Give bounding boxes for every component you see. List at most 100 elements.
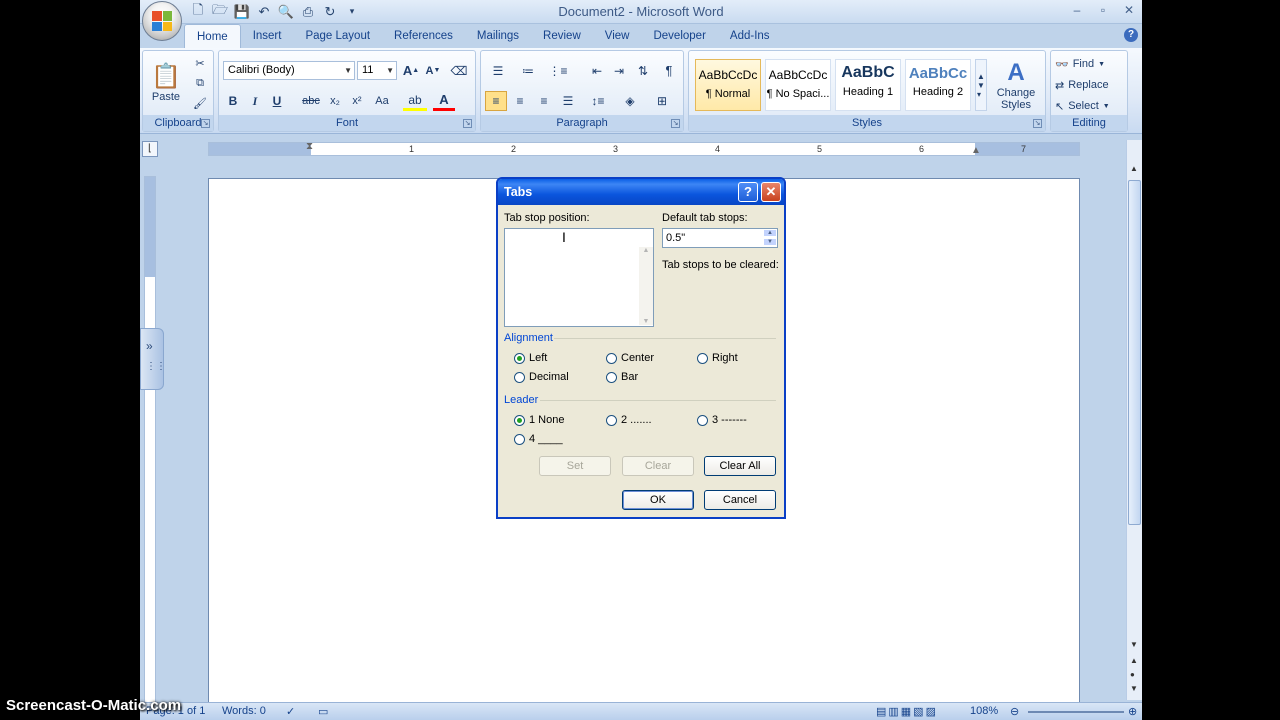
scroll-up-icon[interactable]: ▲ bbox=[639, 247, 653, 254]
right-indent-marker-icon[interactable]: ▲ bbox=[971, 145, 981, 156]
style-no-spacing[interactable]: AaBbCcDc ¶ No Spaci... bbox=[765, 59, 831, 111]
line-spacing-icon[interactable]: ↕≡ bbox=[585, 91, 611, 111]
macro-recording-icon[interactable]: ▭ bbox=[318, 705, 328, 718]
shading-icon[interactable]: ◈ bbox=[617, 91, 643, 111]
font-color-icon[interactable]: A bbox=[433, 91, 455, 111]
change-styles-button[interactable]: A Change Styles bbox=[991, 55, 1041, 115]
zoom-in-icon[interactable]: ⊕ bbox=[1128, 705, 1137, 718]
word-count[interactable]: Words: 0 bbox=[222, 705, 266, 717]
superscript-button[interactable]: x² bbox=[347, 91, 367, 111]
bullets-icon[interactable]: ☰ bbox=[485, 61, 511, 80]
set-button[interactable]: Set bbox=[539, 456, 611, 476]
italic-button[interactable]: I bbox=[245, 91, 265, 111]
zoom-out-icon[interactable]: ⊖ bbox=[1010, 705, 1019, 718]
clear-all-button[interactable]: Clear All bbox=[704, 456, 776, 476]
numbering-icon[interactable]: ≔ bbox=[515, 61, 541, 80]
bold-button[interactable]: B bbox=[223, 91, 243, 111]
office-button[interactable] bbox=[142, 1, 182, 41]
subscript-button[interactable]: x₂ bbox=[325, 91, 345, 111]
styles-scroll-icon[interactable]: ▲ ▼ ▾ bbox=[975, 59, 987, 111]
navigation-pane-handle[interactable]: » ⋮⋮ bbox=[140, 328, 166, 390]
copy-icon[interactable]: ⧉ bbox=[191, 75, 209, 91]
find-button[interactable]: 👓 Find ▼ bbox=[1055, 55, 1123, 73]
tab-insert[interactable]: Insert bbox=[241, 24, 294, 48]
align-left-icon[interactable]: ≡ bbox=[485, 91, 507, 111]
help-icon[interactable]: ? bbox=[1124, 28, 1138, 42]
font-name-combo[interactable]: Calibri (Body) ▼ bbox=[223, 61, 355, 80]
select-button[interactable]: ↖ Select ▼ bbox=[1055, 97, 1125, 115]
change-case-button[interactable]: Aa bbox=[369, 91, 395, 111]
paragraph-launcher-icon[interactable]: ↘ bbox=[671, 119, 680, 128]
list-scrollbar[interactable]: ▲ ▼ bbox=[639, 247, 653, 325]
styles-launcher-icon[interactable]: ↘ bbox=[1033, 119, 1042, 128]
left-indent-marker-icon[interactable]: ⧗ bbox=[306, 141, 313, 152]
cancel-button[interactable]: Cancel bbox=[704, 490, 776, 510]
spin-down-icon[interactable]: ▼ bbox=[763, 238, 777, 246]
select-browse-object-icon[interactable]: ● bbox=[1130, 670, 1135, 679]
next-page-icon[interactable]: ▼ bbox=[1130, 684, 1138, 693]
increase-indent-icon[interactable]: ⇥ bbox=[609, 61, 629, 80]
alignment-decimal-radio[interactable]: Decimal bbox=[514, 371, 569, 383]
close-button[interactable]: ✕ bbox=[1116, 0, 1142, 20]
dialog-close-button[interactable]: ✕ bbox=[761, 182, 781, 202]
clear-button[interactable]: Clear bbox=[622, 456, 694, 476]
clipboard-launcher-icon[interactable]: ↘ bbox=[201, 119, 210, 128]
tab-stop-list[interactable]: ▲ ▼ bbox=[504, 247, 654, 327]
underline-button[interactable]: U bbox=[267, 91, 287, 111]
borders-icon[interactable]: ⊞ bbox=[649, 91, 675, 111]
proofing-icon[interactable]: ✓ bbox=[286, 705, 295, 718]
alignment-right-radio[interactable]: Right bbox=[697, 352, 738, 364]
vertical-ruler[interactable] bbox=[144, 176, 156, 706]
align-right-icon[interactable]: ≡ bbox=[533, 91, 555, 111]
leader-underline-radio[interactable]: 4 ____ bbox=[514, 433, 563, 445]
leader-dashes-radio[interactable]: 3 ------- bbox=[697, 414, 747, 426]
alignment-left-radio[interactable]: Left bbox=[514, 352, 547, 364]
tab-page-layout[interactable]: Page Layout bbox=[293, 24, 382, 48]
dialog-help-button[interactable]: ? bbox=[738, 182, 758, 202]
font-launcher-icon[interactable]: ↘ bbox=[463, 119, 472, 128]
leader-none-radio[interactable]: 1 None bbox=[514, 414, 564, 426]
tab-developer[interactable]: Developer bbox=[641, 24, 717, 48]
default-tab-stops-input[interactable]: 0.5" ▲ ▼ bbox=[662, 228, 778, 248]
shrink-font-icon[interactable]: A ▼ bbox=[423, 61, 443, 80]
alignment-bar-radio[interactable]: Bar bbox=[606, 371, 638, 383]
scroll-down-icon[interactable]: ▼ bbox=[639, 318, 653, 325]
dialog-title-bar[interactable]: Tabs ? ✕ bbox=[498, 179, 784, 205]
highlight-icon[interactable]: ab bbox=[403, 91, 427, 111]
zoom-level[interactable]: 108% bbox=[970, 705, 998, 717]
tab-home[interactable]: Home bbox=[184, 24, 241, 48]
leader-dots-radio[interactable]: 2 ....... bbox=[606, 414, 652, 426]
clear-formatting-icon[interactable]: ⌫ bbox=[449, 61, 469, 80]
format-painter-icon[interactable]: 🖌 bbox=[191, 95, 209, 111]
style-heading-2[interactable]: AaBbCc Heading 2 bbox=[905, 59, 971, 111]
tab-references[interactable]: References bbox=[382, 24, 465, 48]
view-buttons[interactable]: ▤▥▦▧▨ bbox=[876, 705, 938, 718]
spin-up-icon[interactable]: ▲ bbox=[763, 229, 777, 237]
tab-review[interactable]: Review bbox=[531, 24, 593, 48]
scroll-down-icon[interactable]: ▼ bbox=[1130, 640, 1138, 649]
font-size-combo[interactable]: 11 ▼ bbox=[357, 61, 397, 80]
tab-stop-position-input[interactable] bbox=[504, 228, 654, 248]
style-normal[interactable]: AaBbCcDc ¶ Normal bbox=[695, 59, 761, 111]
horizontal-ruler[interactable]: 1 2 3 4 5 6 7 ⧗ ▲ bbox=[208, 141, 1080, 156]
replace-button[interactable]: ⇄ Replace bbox=[1055, 76, 1127, 94]
sort-icon[interactable]: ⇅ bbox=[633, 61, 653, 80]
style-heading-1[interactable]: AaBbC Heading 1 bbox=[835, 59, 901, 111]
cut-icon[interactable]: ✂ bbox=[191, 55, 209, 71]
scroll-up-icon[interactable]: ▲ bbox=[1130, 164, 1138, 173]
minimize-button[interactable]: – bbox=[1064, 0, 1090, 20]
paste-button[interactable]: 📋 Paste bbox=[149, 55, 183, 109]
maximize-button[interactable]: ▫ bbox=[1090, 0, 1116, 20]
vertical-scrollbar[interactable]: ▲ ▼ ▲ ● ▼ bbox=[1126, 140, 1142, 700]
grow-font-icon[interactable]: A ▲ bbox=[401, 61, 421, 80]
multilevel-list-icon[interactable]: ⋮≡ bbox=[545, 61, 571, 80]
ok-button[interactable]: OK bbox=[622, 490, 694, 510]
align-center-icon[interactable]: ≡ bbox=[509, 91, 531, 111]
tab-view[interactable]: View bbox=[593, 24, 642, 48]
show-formatting-icon[interactable]: ¶ bbox=[659, 61, 679, 80]
justify-icon[interactable]: ☰ bbox=[557, 91, 579, 111]
zoom-slider[interactable] bbox=[1028, 711, 1124, 713]
tab-selector-button[interactable]: ⌊ bbox=[142, 141, 158, 157]
scrollbar-thumb[interactable] bbox=[1128, 180, 1141, 525]
tab-mailings[interactable]: Mailings bbox=[465, 24, 531, 48]
